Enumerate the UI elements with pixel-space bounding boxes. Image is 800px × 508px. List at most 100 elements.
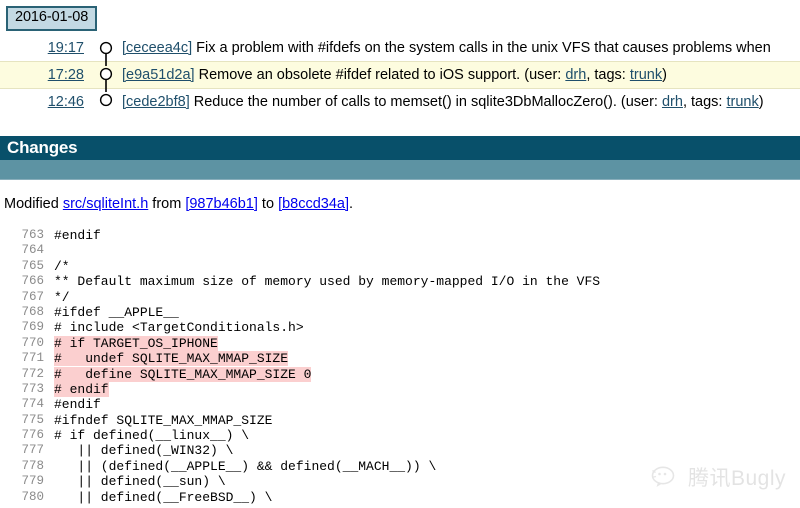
modified-to-hash-link[interactable]: [b8ccd34a]: [278, 196, 349, 212]
timeline-time-link[interactable]: 17:28: [48, 67, 84, 83]
modified-to-label: to: [257, 196, 279, 212]
modified-file-link[interactable]: src/sqliteInt.h: [63, 196, 148, 212]
diff-highlight: # define SQLITE_MAX_MMAP_SIZE 0: [54, 366, 312, 382]
code-line: 763 #endif: [0, 228, 800, 243]
timeline-message: [cede2bf8] Reduce the number of calls to…: [120, 94, 800, 110]
code-line-number: 763: [21, 228, 44, 242]
code-line: 765 /*: [0, 259, 800, 274]
code-line: 766 ** Default maximum size of memory use…: [0, 274, 800, 289]
code-line-text: || defined(__FreeBSD__) \: [54, 489, 273, 505]
code-line-text: #ifdef __APPLE__: [54, 304, 179, 320]
code-line: 770 # if TARGET_OS_IPHONE: [0, 335, 800, 351]
timeline-row[interactable]: 19:17 [ceceea4c] Fix a problem with #ifd…: [0, 35, 800, 61]
code-line: 768 #ifdef __APPLE__: [0, 305, 800, 320]
commit-user-prefix: (user:: [520, 66, 566, 83]
code-line-text: #endif: [54, 397, 101, 413]
code-line: 777 || defined(_WIN32) \: [0, 443, 800, 458]
code-line-text: || (defined(__APPLE__) && defined(__MACH…: [54, 458, 437, 474]
date-badge: 2016-01-08: [6, 6, 98, 31]
code-line-text: #endif: [54, 228, 101, 243]
commit-user-link[interactable]: drh: [565, 67, 586, 83]
commit-user-link[interactable]: drh: [662, 94, 683, 110]
date-badge-row: 2016-01-08: [0, 0, 800, 35]
code-line-number: 765: [21, 258, 44, 273]
code-line-text-highlighted: # endif: [54, 381, 109, 397]
commit-hash-link[interactable]: [e9a51d2a]: [122, 67, 195, 83]
code-line: 778 || (defined(__APPLE__) && defined(__…: [0, 459, 800, 474]
modified-prefix: Modified: [4, 196, 63, 212]
timeline-graph-cell: [92, 35, 120, 61]
commit-meta: (user: drh, tags: trunk): [617, 94, 764, 110]
code-line-number: 774: [21, 397, 44, 412]
modified-suffix: .: [349, 196, 354, 212]
code-line: 773 # endif: [0, 381, 800, 397]
diff-highlight: # if TARGET_OS_IPHONE: [54, 335, 218, 351]
code-line: 771 # undef SQLITE_MAX_MMAP_SIZE: [0, 351, 800, 367]
code-line-number: 771: [21, 351, 44, 366]
code-line-text-highlighted: # define SQLITE_MAX_MMAP_SIZE 0: [54, 366, 312, 382]
timeline-time: 12:46: [0, 94, 92, 110]
code-line-number: 778: [21, 458, 44, 473]
code-line: 776 # if defined(__linux__) \: [0, 428, 800, 443]
commit-hash-link[interactable]: [ceceea4c]: [122, 40, 192, 56]
commit-message-text: Fix a problem with #ifdefs on the system…: [196, 39, 771, 56]
code-line: 769 # include <TargetConditionals.h>: [0, 320, 800, 335]
timeline-message: [ceceea4c] Fix a problem with #ifdefs on…: [120, 40, 800, 56]
diff-highlight: # undef SQLITE_MAX_MMAP_SIZE: [54, 351, 289, 367]
changes-title: Changes: [0, 136, 800, 160]
code-line: 767 */: [0, 290, 800, 305]
changes-header: Changes: [0, 136, 800, 180]
commit-tags-label: , tags:: [586, 66, 630, 83]
code-line-number: 779: [21, 474, 44, 489]
changes-subbar: [0, 160, 800, 180]
timeline-time: 19:17: [0, 40, 92, 56]
timeline-rows: 19:17 [ceceea4c] Fix a problem with #ifd…: [0, 35, 800, 115]
code-diff-block: 763 #endif 764 765 /* 766 ** Default maximum s…: [0, 228, 800, 505]
modified-from-hash-link[interactable]: [987b46b1]: [185, 196, 258, 212]
code-line-text-highlighted: # undef SQLITE_MAX_MMAP_SIZE: [54, 351, 289, 367]
code-line-text-highlighted: # if TARGET_OS_IPHONE: [54, 335, 218, 351]
code-line: 775 #ifndef SQLITE_MAX_MMAP_SIZE: [0, 413, 800, 428]
code-line-number: 766: [21, 274, 44, 289]
commit-user-prefix: (user:: [616, 93, 662, 110]
timeline-graph-cell: [92, 62, 120, 88]
code-line-text: # include <TargetConditionals.h>: [54, 320, 304, 336]
timeline-graph-cell: [92, 89, 120, 115]
code-line-number: 776: [21, 428, 44, 443]
commit-message-text: Reduce the number of calls to memset() i…: [193, 93, 617, 110]
timeline-row[interactable]: 12:46 [cede2bf8] Reduce the number of ca…: [0, 89, 800, 115]
commit-tag-link[interactable]: trunk: [726, 94, 758, 110]
timeline-time: 17:28: [0, 67, 92, 83]
code-line-number: 780: [21, 489, 44, 504]
timeline-message: [e9a51d2a] Remove an obsolete #ifdef rel…: [120, 67, 800, 83]
code-line: 774 #endif: [0, 397, 800, 412]
code-line: 764: [0, 243, 800, 258]
code-line-text: ** Default maximum size of memory used b…: [54, 274, 601, 290]
code-line: 779 || defined(__sun) \: [0, 474, 800, 489]
code-line-number: 775: [21, 412, 44, 427]
commit-tags-label: , tags:: [682, 93, 727, 110]
commit-meta-suffix: ): [662, 66, 667, 83]
code-line-text: /*: [54, 258, 70, 274]
commit-tag-link[interactable]: trunk: [630, 67, 662, 83]
code-line-text: */: [54, 289, 70, 305]
code-line: 772 # define SQLITE_MAX_MMAP_SIZE 0: [0, 366, 800, 382]
code-line-number: 770: [21, 335, 44, 350]
code-line-text: #ifndef SQLITE_MAX_MMAP_SIZE: [54, 412, 273, 428]
modified-file-line: Modified src/sqliteInt.h from [987b46b1]…: [0, 196, 800, 212]
timeline-time-link[interactable]: 19:17: [48, 40, 84, 56]
commit-hash-link[interactable]: [cede2bf8]: [122, 94, 190, 110]
code-line-number: 768: [21, 304, 44, 319]
modified-from-label: from: [148, 196, 186, 212]
timeline-time-link[interactable]: 12:46: [48, 94, 84, 110]
code-line-number: 777: [21, 443, 44, 458]
code-line-text: || defined(_WIN32) \: [54, 443, 234, 459]
timeline-section: 2016-01-08 19:17 [ceceea4c] Fix a proble…: [0, 0, 800, 115]
code-line-number: 764: [21, 243, 44, 258]
diff-highlight: # endif: [54, 381, 109, 397]
code-line-text: # if defined(__linux__) \: [54, 428, 250, 444]
timeline-row-selected[interactable]: 17:28 [e9a51d2a] Remove an obsolete #ifd…: [0, 60, 800, 89]
commit-message-text: Remove an obsolete #ifdef related to iOS…: [198, 66, 521, 83]
code-line-number: 769: [21, 320, 44, 335]
code-line: 780 || defined(__FreeBSD__) \: [0, 490, 800, 505]
